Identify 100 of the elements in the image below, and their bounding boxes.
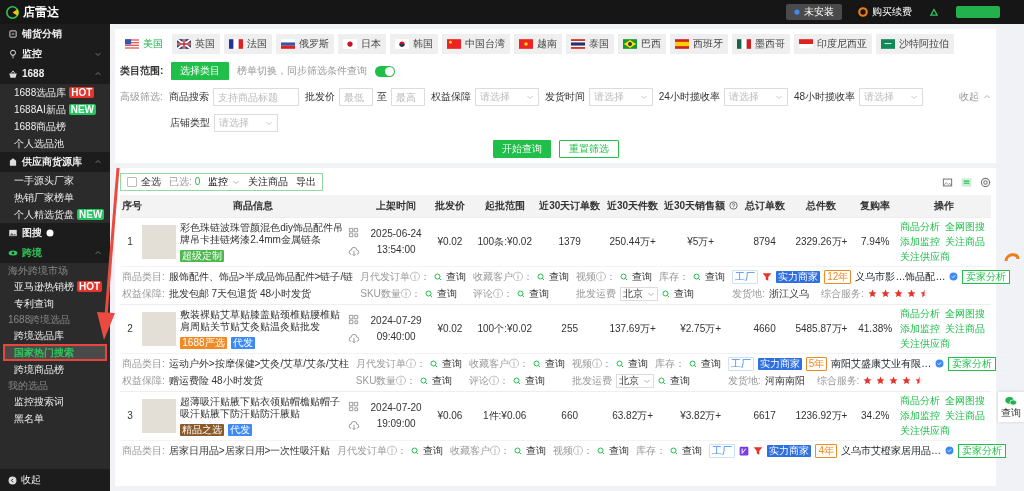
flag-icon (229, 39, 243, 49)
renew-link[interactable]: 购买续费 (858, 6, 912, 18)
sidebar-group[interactable]: 1688 (0, 64, 110, 84)
sidebar-item[interactable]: 跨境选品库 (0, 327, 110, 344)
settings-icon[interactable] (980, 176, 991, 188)
sidebar-item[interactable]: 热销厂家榜单 (0, 189, 110, 206)
supplier-link[interactable]: 义乌市影…饰品配… (855, 270, 946, 283)
product-title[interactable]: 超薄吸汗贴腋下贴衣领贴帽檐贴帽子吸汗贴腋下防汗贴防汗腋贴 (180, 395, 345, 420)
sidebar-group[interactable]: 跨境 (0, 243, 110, 263)
select-all-checkbox[interactable]: 全选 (127, 176, 161, 188)
column-header: 批发价 (426, 195, 474, 217)
field-label: SKU数量ⓘ： (355, 374, 417, 387)
query-link[interactable]: 查询 (532, 357, 565, 370)
search-icon (434, 272, 443, 281)
max-price-field[interactable]: 最高 (390, 88, 425, 106)
flag-icon (343, 39, 357, 49)
sidebar-section-label: 海外跨境市场 (7, 263, 69, 278)
flag-icon (571, 39, 585, 49)
list-view-icon[interactable] (961, 176, 972, 188)
star-icon (876, 376, 886, 385)
funnel-icon (762, 271, 773, 282)
column-header: 序号 (120, 195, 141, 217)
country-tab[interactable]: 日本 (338, 34, 386, 54)
supplier-link[interactable]: 南阳艾盛康艾业有限… (831, 357, 932, 370)
country-tab[interactable]: 沙特阿拉伯 (876, 34, 954, 54)
supplier-link[interactable]: 义乌市艾橙家居用品… (841, 444, 942, 457)
country-tab[interactable]: 英国 (172, 34, 220, 54)
query-link[interactable]: 查询 (420, 374, 453, 387)
sidebar-item[interactable]: 个人选品池 (0, 135, 110, 152)
triangle-icon[interactable] (928, 7, 940, 17)
help-icon[interactable] (729, 201, 739, 211)
product-title[interactable]: 敷装裸贴艾草贴膝盖贴颈椎贴腰椎贴肩周贴关节贴艾灸贴温灸贴批发 (180, 308, 345, 333)
country-tab[interactable]: 中国台湾 (442, 34, 510, 54)
query-link[interactable]: 查询 (512, 374, 545, 387)
sidebar-item[interactable]: 专利查询 (0, 295, 110, 312)
image-view-icon[interactable] (942, 176, 953, 188)
sidebar-item[interactable]: 亚马逊热销榜 HOT (0, 278, 110, 295)
query-link[interactable]: 查询 (670, 444, 703, 457)
country-tab[interactable]: 西班牙 (670, 34, 728, 54)
query-link[interactable]: 查询 (434, 270, 467, 283)
product-tag: 代发 (228, 423, 253, 436)
product-tag: 精品之选 (180, 423, 225, 436)
chevron-up-icon (94, 249, 102, 257)
sidebar-group[interactable]: 供应商货源库 (0, 152, 110, 172)
qr-code-icon[interactable] (348, 313, 360, 325)
export-link[interactable]: 导出 (296, 176, 317, 188)
sidebar-item[interactable]: 国家热门搜索 (3, 344, 107, 361)
query-link[interactable]: 查询 (514, 444, 547, 457)
sidebar-group[interactable]: 铺货分销 (0, 24, 110, 44)
sidebar-item[interactable]: 1688AI新品 NEW (0, 101, 110, 118)
query-link[interactable]: 查询 (429, 357, 462, 370)
sidebar-group[interactable]: 图搜 (0, 223, 110, 243)
country-tab[interactable]: 俄罗斯 (276, 34, 334, 54)
qr-code-icon[interactable] (348, 226, 360, 238)
product-photo (142, 398, 177, 433)
cloud-download-icon[interactable] (348, 332, 361, 344)
sidebar-item[interactable]: 一手源头厂家 (0, 172, 110, 189)
query-link[interactable]: 查询 (662, 287, 695, 300)
query-link[interactable]: 查询 (424, 287, 457, 300)
monitor-dropdown[interactable]: 监控 (208, 176, 241, 188)
country-tab[interactable]: 法国 (224, 34, 272, 54)
query-link[interactable]: 查询 (657, 374, 690, 387)
collapse-button[interactable]: 收起 (0, 469, 110, 491)
qr-code-icon[interactable] (348, 400, 360, 412)
min-price-field[interactable]: 最低 (338, 88, 373, 106)
query-link[interactable]: 查询 (411, 444, 444, 457)
product-title[interactable]: 彩色珠链波珠管颜混色diy饰品配件吊牌吊卡挂链烤漆2.4mm金属链条 (180, 221, 345, 246)
country-tab[interactable]: 墨西哥 (732, 34, 790, 54)
query-link[interactable]: 查询 (517, 287, 550, 300)
query-link[interactable]: 查询 (693, 270, 726, 283)
sidebar-item[interactable]: 黑名单 (0, 410, 110, 427)
flag-icon (675, 39, 689, 49)
sidebar-item[interactable]: 1688选品库 HOT (0, 84, 110, 101)
sidebar-item[interactable]: 跨境商品榜 (0, 361, 110, 378)
sidebar-item[interactable]: 个人精选货盘 NEW (0, 206, 110, 223)
account-pill[interactable] (956, 6, 1000, 18)
region-select[interactable]: 北京 (615, 373, 654, 388)
field-label: 发货地: (732, 287, 766, 300)
query-link[interactable]: 查询 (537, 270, 570, 283)
install-button[interactable]: 未安装 (786, 4, 842, 20)
query-link[interactable]: 查询 (620, 270, 653, 283)
country-tab[interactable]: 越南 (514, 34, 562, 54)
query-link[interactable]: 查询 (597, 444, 630, 457)
sidebar-item[interactable]: 监控搜索词 (0, 393, 110, 410)
country-tab[interactable]: 印度尼西亚 (794, 34, 872, 54)
country-tab[interactable]: 韩国 (390, 34, 438, 54)
sidebar-item[interactable]: 1688商品榜 (0, 118, 110, 135)
sidebar-group[interactable]: 监控 (0, 44, 110, 64)
sync-toggle[interactable] (375, 65, 396, 77)
country-tab[interactable]: 巴西 (618, 34, 666, 54)
follow-link[interactable]: 关注商品 (248, 176, 289, 188)
country-tab[interactable]: 泰国 (566, 34, 614, 54)
cloud-download-icon[interactable] (348, 419, 361, 431)
column-header: 近30天订单数 (536, 195, 604, 217)
query-link[interactable]: 查询 (688, 357, 721, 370)
chat-widget[interactable]: 查询 (998, 392, 1024, 422)
field-label: 权益保障: (122, 287, 165, 300)
query-link[interactable]: 查询 (615, 357, 648, 370)
region-select[interactable]: 北京 (620, 286, 659, 301)
cloud-download-icon[interactable] (348, 245, 361, 257)
